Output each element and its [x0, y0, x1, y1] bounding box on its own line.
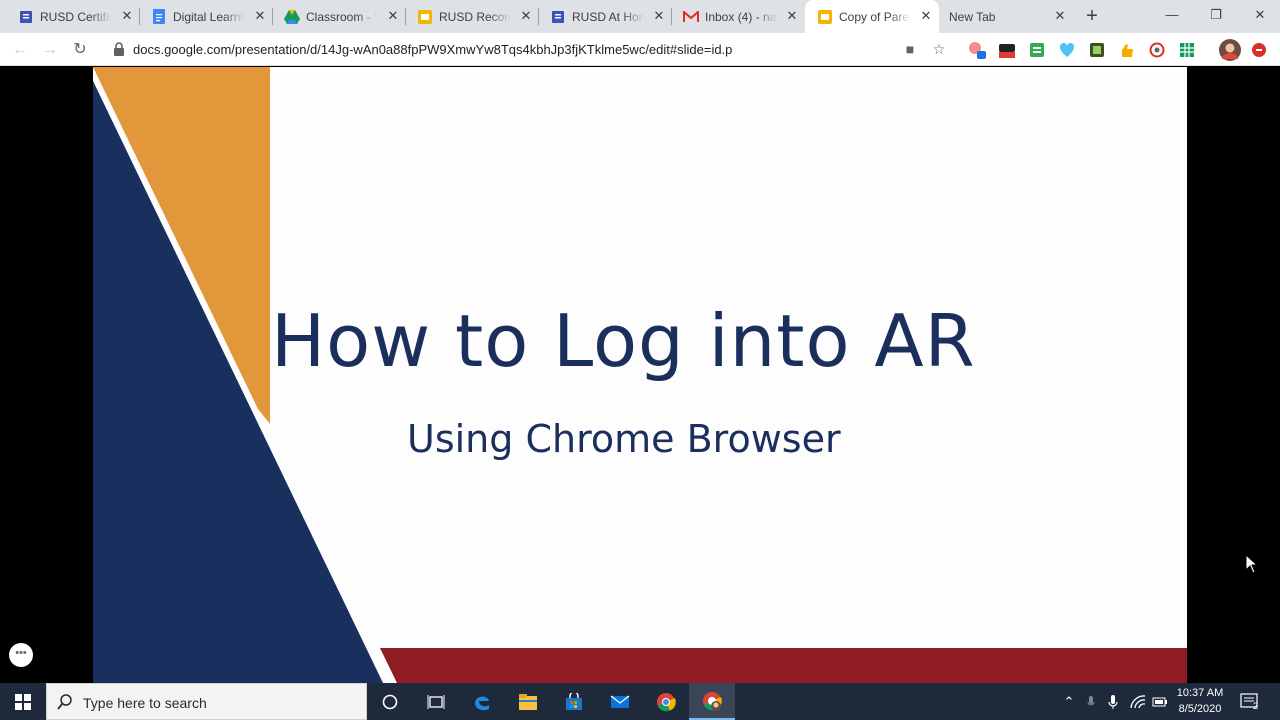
- bookmark-star-icon[interactable]: ☆: [930, 40, 948, 58]
- mail-button[interactable]: [597, 683, 643, 720]
- close-tab-icon[interactable]: ✕: [519, 9, 533, 23]
- url-text: docs.google.com/presentation/d/14Jg-wAn0…: [133, 42, 733, 57]
- extension-5-icon[interactable]: [1088, 41, 1106, 59]
- extension-7-icon[interactable]: [1148, 41, 1166, 59]
- slide: How to Log into AR Using Chrome Browser: [93, 67, 1187, 683]
- chevron-up-icon: ⌃: [1063, 693, 1075, 709]
- start-button[interactable]: [0, 683, 46, 720]
- tab-rusd-at-home[interactable]: RUSD At Hom ✕: [532, 0, 672, 33]
- tab-strip: RUSD Certifica ✕ Digital Learnin ✕ Class…: [0, 0, 1280, 33]
- browser-toolbar: ← → ↻ docs.google.com/presentation/d/14J…: [0, 33, 1280, 66]
- clock-time: 10:37 AM: [1176, 687, 1224, 699]
- close-window-button[interactable]: ✕: [1238, 0, 1280, 30]
- extension-8-icon[interactable]: [1178, 41, 1196, 59]
- tab-rusd-certification[interactable]: RUSD Certifica ✕: [0, 0, 140, 33]
- forms-icon: [550, 9, 566, 25]
- slide-title: How to Log into AR: [271, 299, 976, 383]
- tab-new-tab[interactable]: New Tab ✕: [939, 0, 1073, 33]
- windows-icon: [15, 693, 31, 710]
- tab-copy-of-parent[interactable]: Copy of Paren ✕: [805, 0, 939, 33]
- microphone-icon: [1108, 694, 1118, 709]
- new-tab-button[interactable]: +: [1082, 6, 1102, 26]
- extension-4-icon[interactable]: [1058, 41, 1076, 59]
- windows-taskbar: Type here to search ⌃ 10:37 AM 8/5/2020 …: [0, 683, 1280, 720]
- store-icon: [566, 692, 582, 710]
- task-view-icon: [427, 694, 445, 709]
- wifi-icon: [1130, 694, 1146, 708]
- profile-avatar[interactable]: [1219, 39, 1241, 61]
- back-button[interactable]: ←: [9, 39, 31, 61]
- clock[interactable]: 10:37 AM 8/5/2020: [1170, 685, 1230, 717]
- network-button[interactable]: [1128, 683, 1148, 720]
- tab-digital-learning[interactable]: Digital Learnin ✕: [133, 0, 273, 33]
- tab-gmail-inbox[interactable]: Inbox (4) - nar ✕: [665, 0, 805, 33]
- close-tab-icon[interactable]: ✕: [386, 9, 400, 23]
- chrome-button[interactable]: [643, 683, 689, 720]
- close-tab-icon[interactable]: ✕: [1053, 9, 1067, 23]
- chrome-icon: [657, 692, 676, 711]
- mail-icon: [610, 695, 630, 708]
- microphone-dim-icon: [1087, 695, 1095, 705]
- red-band: [380, 648, 1187, 683]
- extension-3-icon[interactable]: [1028, 41, 1046, 59]
- search-icon: [57, 694, 72, 710]
- clock-date: 8/5/2020: [1178, 703, 1222, 715]
- gmail-icon: [683, 9, 699, 25]
- battery-icon: [1152, 697, 1167, 706]
- lock-icon: [114, 42, 124, 56]
- forward-button[interactable]: →: [39, 39, 61, 61]
- file-explorer-button[interactable]: [505, 683, 551, 720]
- mouse-cursor: [1245, 554, 1259, 574]
- slides-icon: [817, 9, 833, 25]
- slide-subtitle: Using Chrome Browser: [407, 417, 841, 461]
- folder-icon: [519, 693, 537, 710]
- edge-icon: [475, 696, 489, 710]
- minimize-button[interactable]: —: [1150, 0, 1194, 30]
- tab-rusd-recording[interactable]: RUSD Recordin ✕: [399, 0, 539, 33]
- docs-icon: [151, 9, 167, 25]
- store-button[interactable]: [551, 683, 597, 720]
- restore-button[interactable]: ❐: [1194, 0, 1238, 30]
- battery-button[interactable]: [1150, 683, 1170, 720]
- reload-button[interactable]: ↻: [69, 39, 91, 61]
- tray-app-icon[interactable]: [1082, 683, 1100, 720]
- cortana-button[interactable]: [367, 683, 413, 720]
- taskbar-search-box[interactable]: Type here to search: [46, 683, 367, 720]
- task-view-button[interactable]: [413, 683, 459, 720]
- microphone-button[interactable]: [1104, 683, 1122, 720]
- chrome-profile-button[interactable]: [689, 683, 735, 720]
- close-tab-icon[interactable]: ✕: [785, 9, 799, 23]
- extension-9-icon[interactable]: [1250, 41, 1268, 59]
- notification-count: 2: [1253, 701, 1259, 711]
- chrome-profile-icon: [703, 691, 722, 711]
- extension-1-icon[interactable]: [968, 41, 986, 59]
- close-tab-icon[interactable]: ✕: [253, 9, 267, 23]
- extension-2-icon[interactable]: [998, 41, 1016, 59]
- close-tab-icon[interactable]: ✕: [652, 9, 666, 23]
- close-tab-icon[interactable]: ✕: [120, 9, 134, 23]
- tab-classroom[interactable]: Classroom - "I ✕: [266, 0, 406, 33]
- presentation-viewport: How to Log into AR Using Chrome Browser …: [0, 67, 1280, 683]
- cortana-icon: [382, 694, 398, 709]
- close-tab-icon[interactable]: ✕: [919, 9, 933, 23]
- slides-icon: [417, 9, 433, 25]
- edge-button[interactable]: [459, 683, 505, 720]
- camera-icon[interactable]: ■: [901, 40, 919, 58]
- show-hidden-icons-button[interactable]: ⌃: [1060, 683, 1078, 720]
- action-center-button[interactable]: 2: [1236, 683, 1264, 720]
- address-bar[interactable]: docs.google.com/presentation/d/14Jg-wAn0…: [104, 37, 956, 62]
- drive-icon: [284, 9, 300, 25]
- forms-icon: [18, 9, 34, 25]
- extension-6-icon[interactable]: [1118, 41, 1136, 59]
- more-options-bubble[interactable]: •••: [9, 643, 33, 667]
